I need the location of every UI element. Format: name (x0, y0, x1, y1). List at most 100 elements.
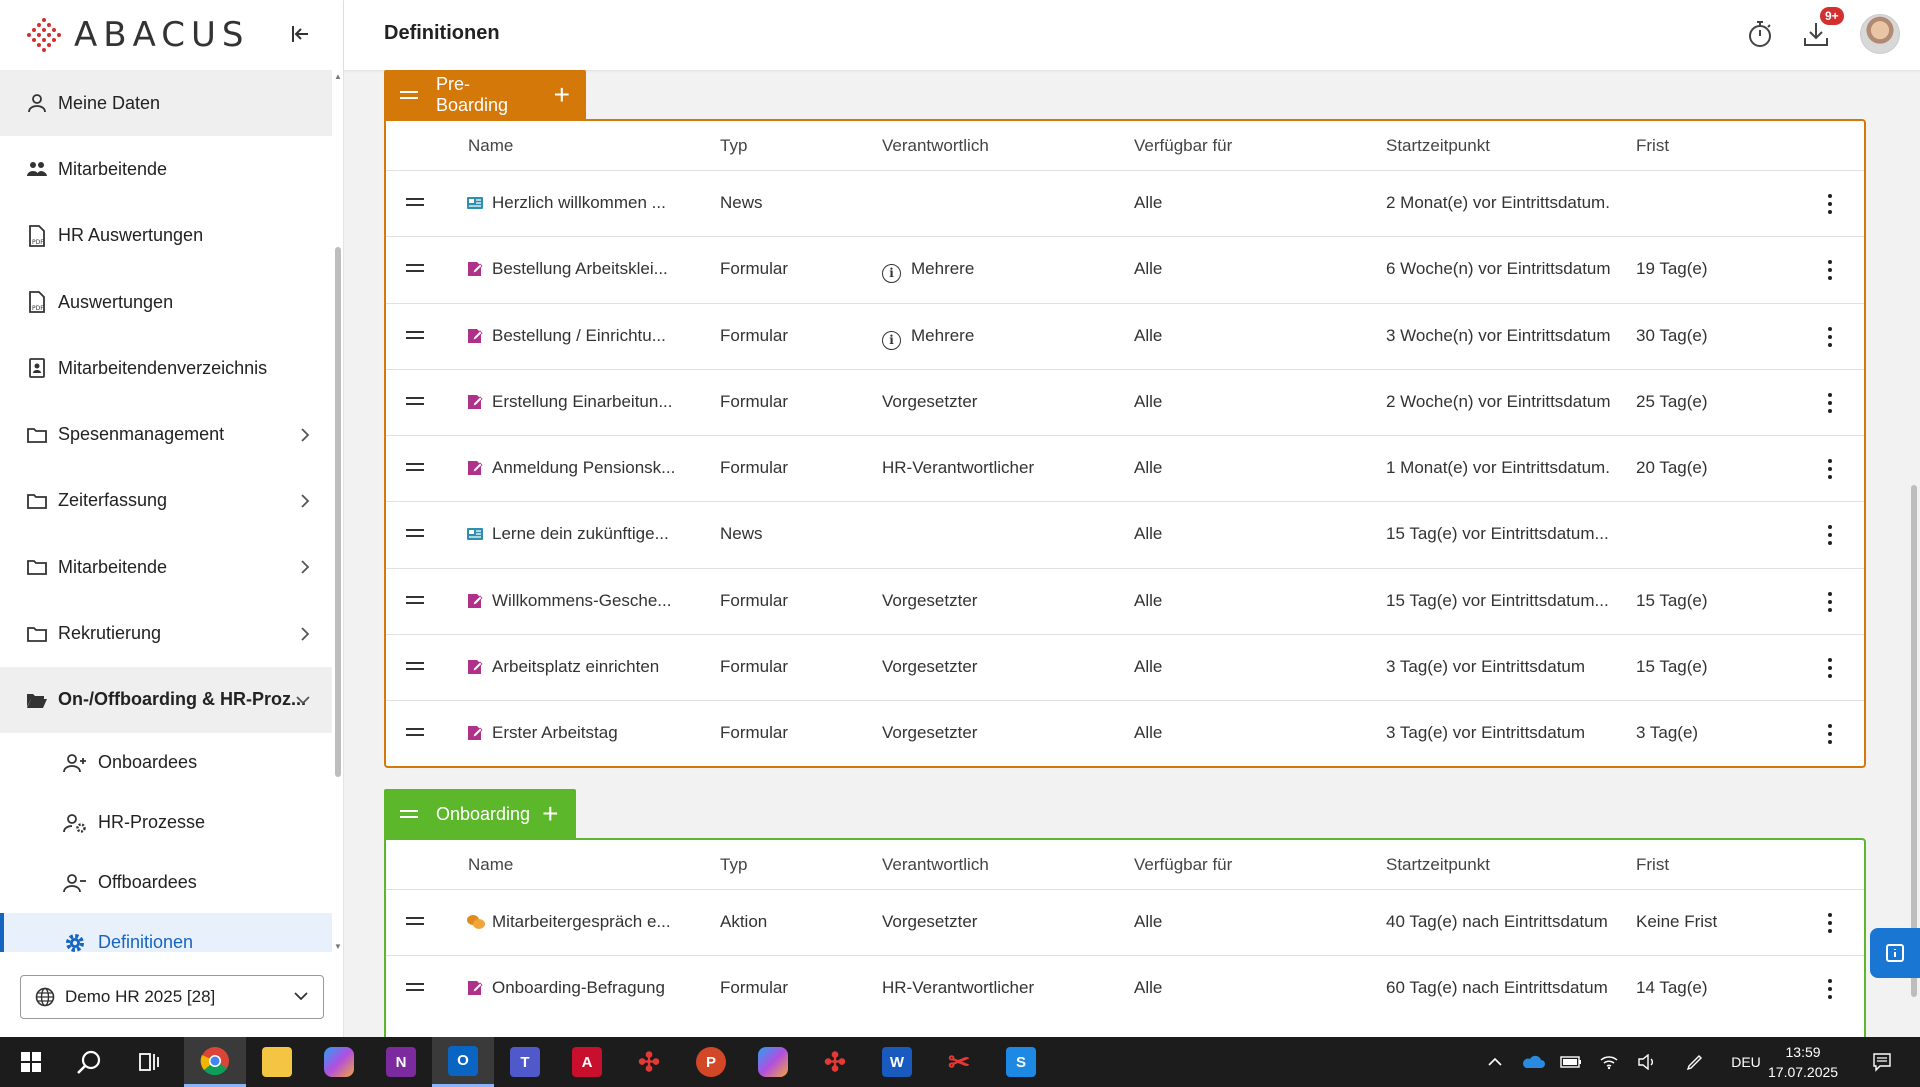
col-typ[interactable]: Typ (720, 855, 747, 875)
table-row[interactable]: Onboarding-Befragung Formular HR-Verantwor… (386, 956, 1864, 1022)
search-button[interactable] (58, 1037, 120, 1087)
sidebar-subitem-onboardees[interactable]: Onboardees (0, 733, 332, 793)
more-vert-icon[interactable] (1822, 910, 1838, 936)
taskbar-chrome[interactable] (184, 1037, 246, 1087)
table-row[interactable]: Anmeldung Pensionsk... Formular HR-Verantw… (386, 436, 1864, 503)
more-vert-icon[interactable] (1822, 589, 1838, 615)
table-row[interactable]: Lerne dein zukünftige... News Alle 15 Tag(e… (386, 502, 1864, 569)
taskbar-outlook[interactable]: O (432, 1037, 494, 1087)
col-name[interactable]: Name (468, 136, 513, 156)
more-vert-icon[interactable] (1822, 976, 1838, 1002)
drag-handle-icon[interactable] (406, 198, 424, 206)
taskbar-acrobat[interactable]: A (556, 1037, 618, 1087)
table-row[interactable]: Erster Arbeitstag Formular Vorgesetzter All… (386, 701, 1864, 767)
drag-handle-icon[interactable] (406, 396, 424, 405)
timer-button[interactable] (1744, 18, 1776, 50)
tenant-select[interactable]: Demo HR 2025 [28] (20, 975, 324, 1019)
table-row[interactable]: Bestellung Arbeitsklei... Formular i Mehrer… (386, 237, 1864, 304)
start-button[interactable] (0, 1037, 62, 1087)
drag-handle-icon[interactable] (406, 264, 424, 273)
cell-name[interactable]: Lerne dein zukünftige... (492, 524, 669, 544)
taskbar-snipping[interactable]: ✂ (928, 1037, 990, 1087)
cell-name[interactable]: Arbeitsplatz einrichten (492, 657, 659, 677)
page-scroll-thumb[interactable] (1911, 485, 1917, 997)
phase-tab-pre-boarding[interactable]: Pre-Boarding + (384, 70, 586, 120)
sidebar-subitem-hr-prozesse[interactable]: HR-Prozesse (0, 793, 332, 853)
collapse-sidebar-button[interactable] (286, 20, 314, 48)
sidebar-scrollbar[interactable]: ▲ ▼ (334, 72, 342, 952)
cell-name[interactable]: Onboarding-Befragung (492, 978, 665, 998)
sidebar-item-hr-auswertungen[interactable]: PDF HR Auswertungen (0, 203, 332, 269)
taskbar-powerpoint[interactable]: P (680, 1037, 742, 1087)
taskbar-app-s[interactable]: S (990, 1037, 1052, 1087)
taskbar-word[interactable]: W (866, 1037, 928, 1087)
more-vert-icon[interactable] (1822, 191, 1838, 217)
info-icon[interactable]: i (882, 264, 901, 284)
sidebar-item-mitarbeitende-folder[interactable]: Mitarbeitende (0, 534, 332, 600)
sidebar-item-zeiterfassung[interactable]: Zeiterfassung (0, 468, 332, 534)
sidebar-item-auswertungen[interactable]: PDF Auswertungen (0, 269, 332, 335)
sidebar-item-mitarbeitende[interactable]: Mitarbeitende (0, 136, 332, 202)
col-typ[interactable]: Typ (720, 136, 747, 156)
taskbar-abacus[interactable]: ✣ (618, 1037, 680, 1087)
logo[interactable]: ABACUS (0, 0, 343, 70)
drag-handle-icon[interactable] (406, 595, 424, 604)
col-verfuegbar[interactable]: Verfügbar für (1134, 855, 1232, 875)
more-vert-icon[interactable] (1822, 522, 1838, 548)
cell-name[interactable]: Bestellung Arbeitsklei... (492, 259, 668, 279)
more-vert-icon[interactable] (1822, 324, 1838, 350)
cell-name[interactable]: Willkommens-Gesche... (492, 591, 671, 611)
battery-button[interactable] (1556, 1037, 1586, 1087)
drag-handle-icon[interactable] (406, 463, 424, 472)
cell-name[interactable]: Herzlich willkommen ... (492, 193, 666, 213)
notifications-button[interactable] (1862, 1037, 1902, 1087)
sidebar-item-spesenmanagement[interactable]: Spesenmanagement (0, 401, 332, 467)
taskbar-abacus-2[interactable]: ✣ (804, 1037, 866, 1087)
drag-handle-icon[interactable] (406, 662, 424, 671)
volume-button[interactable] (1632, 1037, 1662, 1087)
cell-name[interactable]: Bestellung / Einrichtu... (492, 326, 666, 346)
add-icon[interactable]: + (554, 81, 570, 109)
phase-tab-onboarding[interactable]: Onboarding + (384, 789, 576, 839)
drag-handle-icon[interactable] (406, 330, 424, 339)
language-indicator[interactable]: DEU (1726, 1037, 1766, 1087)
drag-handle-icon[interactable] (400, 810, 418, 818)
col-name[interactable]: Name (468, 855, 513, 875)
taskbar-teams[interactable]: T (494, 1037, 556, 1087)
cell-name[interactable]: Mitarbeitergespräch e... (492, 912, 671, 932)
cell-name[interactable]: Anmeldung Pensionsk... (492, 458, 675, 478)
clock[interactable]: 13:59 17.07.2025 (1768, 1042, 1838, 1082)
more-vert-icon[interactable] (1822, 257, 1838, 283)
avatar[interactable] (1860, 14, 1900, 54)
table-row[interactable]: Erstellung Einarbeitun... Formular Vorgese… (386, 370, 1864, 437)
page-scrollbar[interactable] (1908, 70, 1920, 1037)
table-row[interactable]: Willkommens-Gesche... Formular Vorgesetzte… (386, 569, 1864, 636)
wifi-button[interactable] (1594, 1037, 1624, 1087)
col-verantwortlich[interactable]: Verantwortlich (882, 136, 989, 156)
taskbar-copilot[interactable] (308, 1037, 370, 1087)
sidebar-item-rekrutierung[interactable]: Rekrutierung (0, 600, 332, 666)
col-verantwortlich[interactable]: Verantwortlich (882, 855, 989, 875)
info-icon[interactable]: i (882, 330, 901, 350)
table-row[interactable]: Bestellung / Einrichtu... Formular i Mehrer… (386, 304, 1864, 370)
side-panel-button[interactable] (1870, 928, 1920, 978)
task-view-button[interactable] (118, 1037, 180, 1087)
scroll-down-icon[interactable]: ▼ (334, 942, 342, 952)
cell-name[interactable]: Erstellung Einarbeitun... (492, 392, 673, 412)
taskbar-onenote[interactable]: N (370, 1037, 432, 1087)
col-frist[interactable]: Frist (1636, 136, 1669, 156)
drag-handle-icon[interactable] (406, 529, 424, 538)
col-startzeitpunkt[interactable]: Startzeitpunkt (1386, 136, 1490, 156)
sidebar-item-mitarbeitendenverzeichnis[interactable]: Mitarbeitendenverzeichnis (0, 335, 332, 401)
more-vert-icon[interactable] (1822, 655, 1838, 681)
sidebar-scroll-thumb[interactable] (335, 247, 341, 777)
add-icon[interactable]: + (542, 800, 558, 828)
cell-name[interactable]: Erster Arbeitstag (492, 723, 618, 743)
col-frist[interactable]: Frist (1636, 855, 1669, 875)
sidebar-item-onoffboarding[interactable]: On-/Offboarding & HR-Proz... (0, 666, 332, 733)
more-vert-icon[interactable] (1822, 721, 1838, 747)
sidebar-subitem-definitionen[interactable]: Definitionen (0, 912, 332, 952)
table-row[interactable]: Arbeitsplatz einrichten Formular Vorgesetz… (386, 635, 1864, 702)
sidebar-item-meine-daten[interactable]: Meine Daten (0, 70, 332, 137)
sidebar-subitem-offboardees[interactable]: Offboardees (0, 853, 332, 913)
